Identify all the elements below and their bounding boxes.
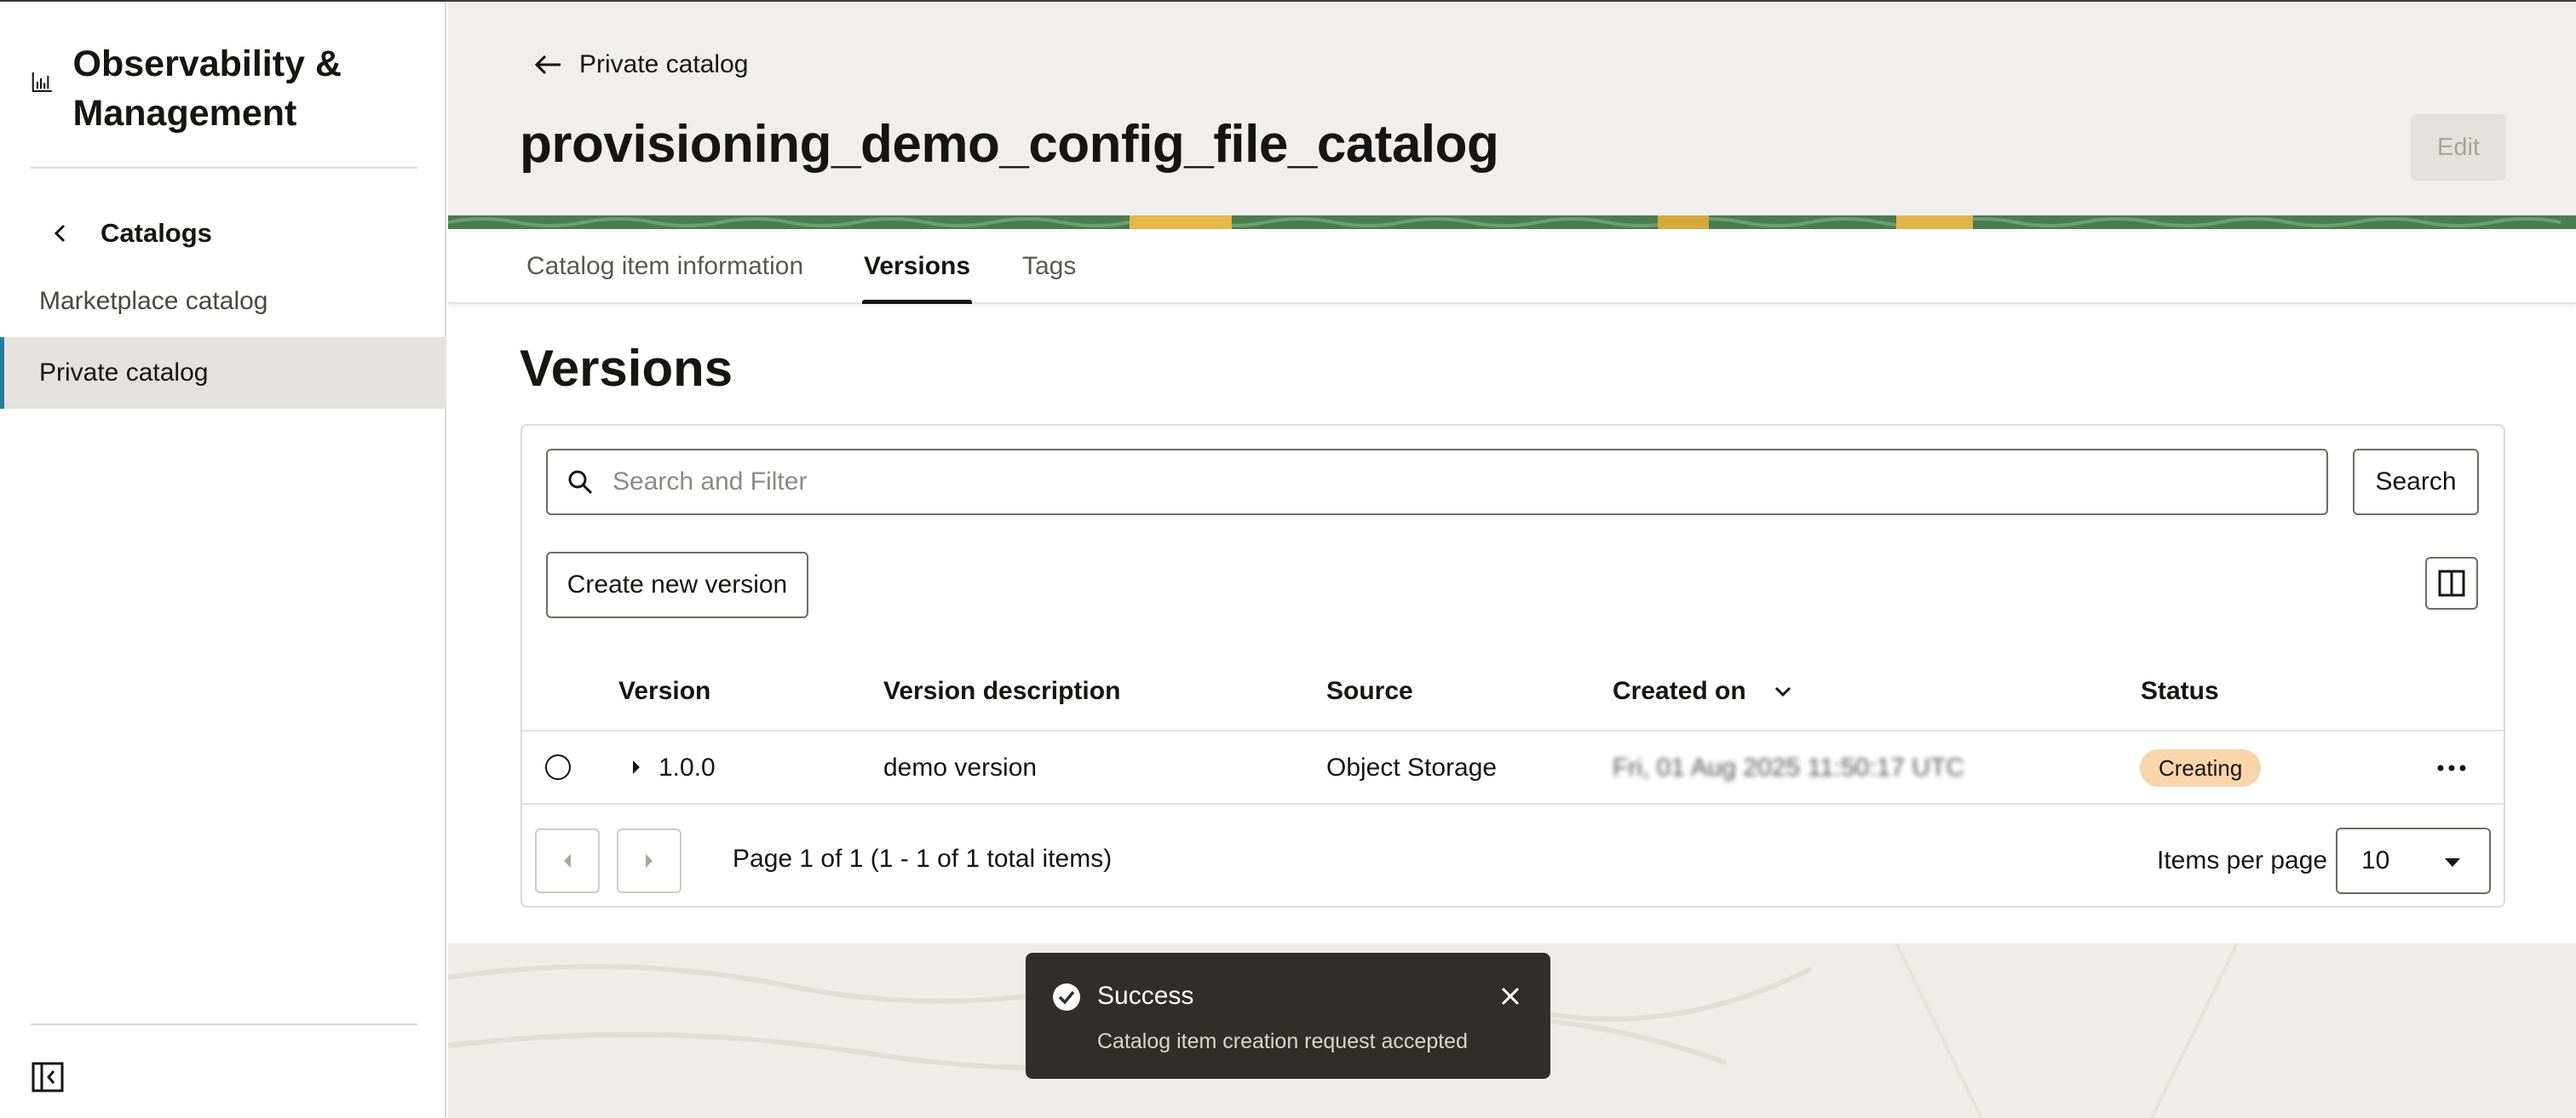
sidebar-item-private-catalog[interactable]: Private catalog xyxy=(0,337,446,409)
success-toast: Success Catalog item creation request ac… xyxy=(1026,953,1550,1079)
cell-created-on: Fri, 01 Aug 2025 11:50:17 UTC xyxy=(1613,754,1965,782)
back-to-private-catalog-link[interactable]: Private catalog xyxy=(533,48,748,82)
sidebar-divider xyxy=(31,167,417,169)
created-on-label: Created on xyxy=(1613,677,1746,705)
top-border xyxy=(0,0,2576,2)
tab-bar: Catalog item information Versions Tags xyxy=(448,229,2576,304)
search-icon xyxy=(568,470,593,495)
sidebar-item-marketplace-catalog[interactable]: Marketplace catalog xyxy=(0,266,446,337)
close-icon[interactable] xyxy=(1498,983,1523,1009)
page-title: provisioning_demo_config_file_catalog xyxy=(520,115,1499,174)
more-actions-icon xyxy=(2437,765,2466,771)
decorative-banner xyxy=(448,215,2576,229)
search-filter-field[interactable] xyxy=(546,449,2328,515)
expand-row-icon[interactable] xyxy=(630,758,642,777)
sidebar-bottom-divider xyxy=(31,1023,417,1025)
header-divider xyxy=(522,730,2504,731)
sidebar: Observability & Management Catalogs Mark… xyxy=(0,0,446,1118)
row-divider xyxy=(522,803,2504,805)
sidebar-header: Observability & Management xyxy=(31,39,419,138)
row-actions-button[interactable] xyxy=(2435,751,2469,785)
previous-page-button[interactable] xyxy=(535,828,600,893)
column-header-created-on[interactable]: Created on xyxy=(1613,673,1794,710)
status-badge: Creating xyxy=(2140,749,2262,787)
back-link-label: Private catalog xyxy=(579,50,749,78)
columns-icon xyxy=(2438,570,2465,597)
collapse-sidebar-icon[interactable] xyxy=(31,1061,65,1093)
toast-message: Catalog item creation request accepted xyxy=(1097,1029,1468,1053)
search-button[interactable]: Search xyxy=(2353,449,2479,515)
items-per-page-label: Items per page xyxy=(2157,846,2328,874)
caret-left-icon xyxy=(564,854,571,868)
catalogs-back-label: Catalogs xyxy=(101,218,212,248)
versions-heading: Versions xyxy=(520,340,733,397)
sort-descending-icon[interactable] xyxy=(1772,683,1794,700)
tab-catalog-item-information[interactable]: Catalog item information xyxy=(526,229,803,304)
items-per-page-select[interactable]: 10 xyxy=(2336,828,2491,894)
app-title: Observability & Management xyxy=(72,43,342,134)
edit-button[interactable]: Edit xyxy=(2411,114,2506,181)
chevron-left-icon xyxy=(54,224,66,243)
create-new-version-button[interactable]: Create new version xyxy=(546,552,808,618)
tab-tags[interactable]: Tags xyxy=(1022,229,1076,304)
next-page-button[interactable] xyxy=(617,828,681,893)
caret-right-icon xyxy=(646,854,653,868)
toast-title: Success xyxy=(1097,982,1194,1010)
catalogs-back-link[interactable]: Catalogs xyxy=(48,211,212,255)
column-header-status[interactable]: Status xyxy=(2141,673,2219,710)
column-header-source[interactable]: Source xyxy=(1326,673,1413,710)
tab-versions[interactable]: Versions xyxy=(861,229,973,304)
cell-version: 1.0.0 xyxy=(658,754,716,782)
items-per-page-value: 10 xyxy=(2361,846,2390,874)
pagination-info: Page 1 of 1 (1 - 1 of 1 total items) xyxy=(733,845,1113,873)
cell-description: demo version xyxy=(883,754,1038,782)
cell-source: Object Storage xyxy=(1326,754,1498,782)
row-select-radio[interactable] xyxy=(545,754,571,780)
observability-icon xyxy=(32,72,52,93)
column-manager-button[interactable] xyxy=(2425,557,2478,610)
column-header-version[interactable]: Version xyxy=(618,673,710,710)
check-circle-icon xyxy=(1053,983,1080,1011)
search-input[interactable] xyxy=(612,467,2231,496)
arrow-left-icon xyxy=(534,54,561,75)
column-header-version-description[interactable]: Version description xyxy=(883,673,1120,710)
dropdown-caret-icon xyxy=(2445,858,2460,867)
